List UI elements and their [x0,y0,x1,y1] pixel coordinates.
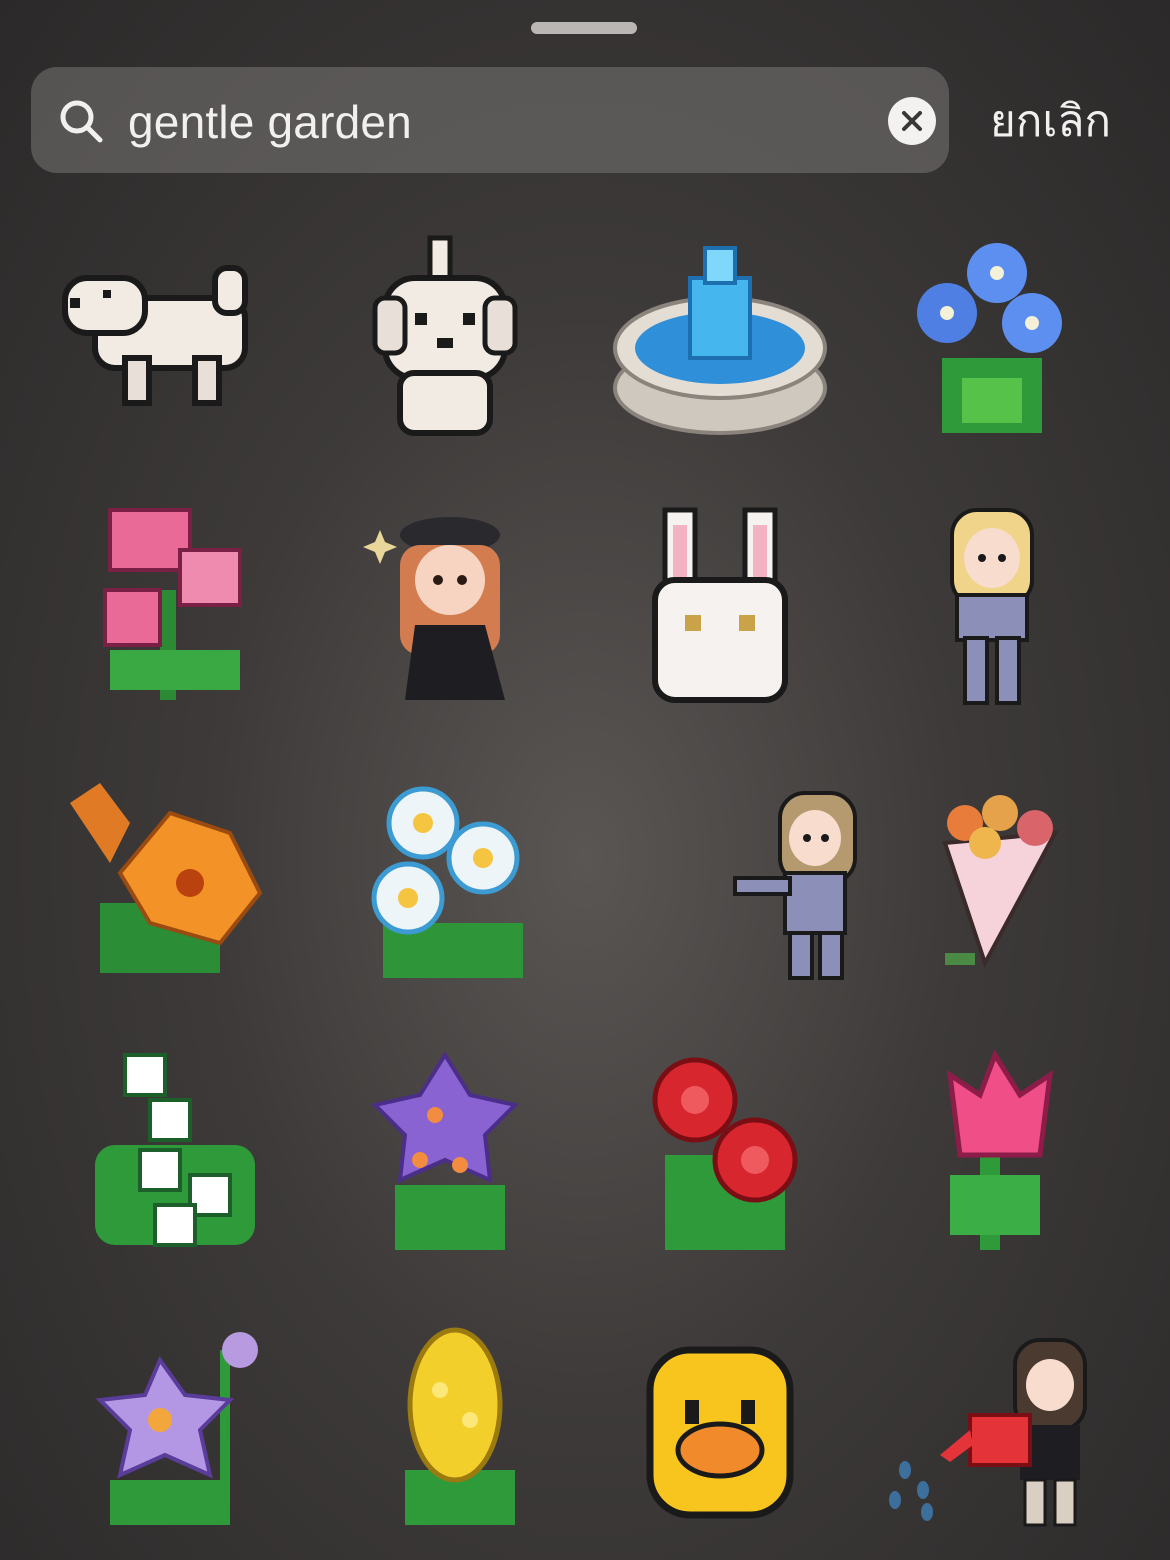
sticker-orange-lily[interactable] [50,763,290,1003]
sticker-white-dog-side[interactable] [45,218,285,458]
close-icon [902,111,922,131]
sticker-blue-flowers[interactable] [872,218,1112,458]
sticker-pink-flowers[interactable] [55,490,295,730]
sticker-yellow-hyacinth[interactable] [335,1310,575,1550]
search-input[interactable]: gentle garden [128,92,412,152]
cancel-button[interactable]: ยกเลิก [990,92,1111,152]
search-icon [60,100,103,143]
sticker-white-rabbit[interactable] [600,490,840,730]
sticker-lavender-flower[interactable] [55,1310,295,1550]
sticker-red-roses[interactable] [605,1035,845,1275]
sheet-drag-handle[interactable] [531,22,637,34]
sticker-white-dog-front[interactable] [325,218,565,458]
sticker-bouquet[interactable] [880,763,1120,1003]
sticker-blue-fountain[interactable] [600,218,840,458]
sticker-lily-of-the-valley[interactable] [55,1035,295,1275]
sticker-girl-watering-can[interactable] [875,1310,1115,1550]
sticker-yellow-duck[interactable] [600,1310,840,1550]
sticker-blonde-girl-standing[interactable] [872,490,1112,730]
clear-search-button[interactable] [888,97,936,145]
sticker-girl-beret[interactable] [325,490,565,730]
sticker-white-daisies[interactable] [328,763,568,1003]
sticker-pink-tulip[interactable] [880,1035,1120,1275]
sticker-purple-flowers[interactable] [325,1035,565,1275]
